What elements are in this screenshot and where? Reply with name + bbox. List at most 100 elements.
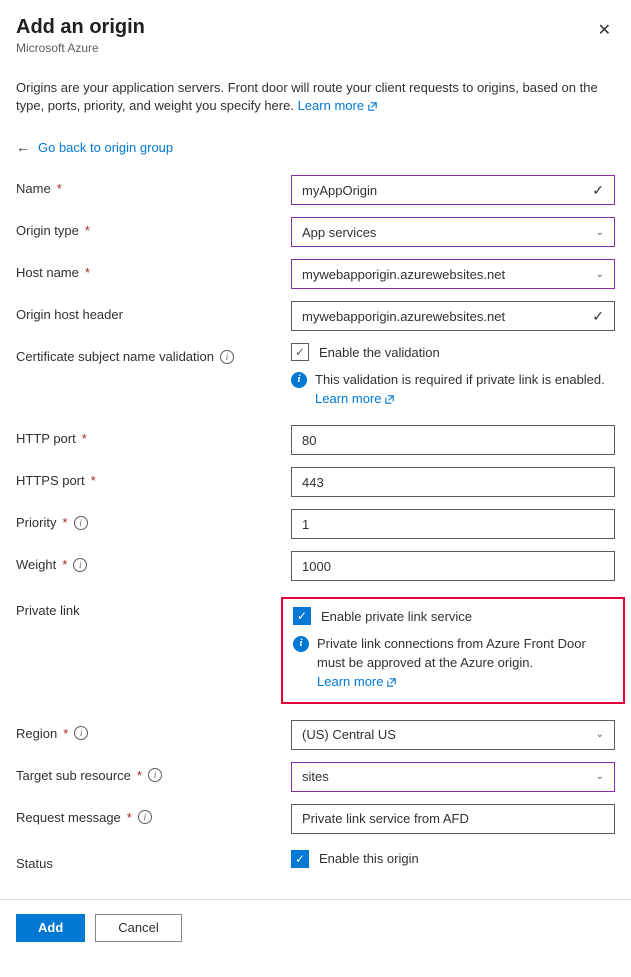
- cert-validation-label: Certificate subject name validation i: [16, 343, 291, 364]
- region-select[interactable]: (US) Central US ⌄: [291, 720, 615, 750]
- check-icon: ✓: [297, 609, 307, 623]
- weight-input[interactable]: [291, 551, 615, 581]
- private-link-learn-more-link[interactable]: Learn more: [317, 674, 397, 689]
- target-sub-resource-value: sites: [302, 769, 329, 784]
- status-checkbox-label: Enable this origin: [319, 851, 419, 866]
- request-message-label: Request message * i: [16, 804, 291, 825]
- page-title: Add an origin: [16, 16, 145, 39]
- status-checkbox[interactable]: ✓: [291, 850, 309, 868]
- external-link-icon: [367, 101, 378, 112]
- intro-learn-more-label: Learn more: [298, 98, 364, 113]
- name-label: Name *: [16, 175, 291, 196]
- name-input[interactable]: myAppOrigin ✓: [291, 175, 615, 205]
- request-message-label-text: Request message: [16, 810, 121, 825]
- region-label: Region * i: [16, 720, 291, 741]
- http-port-input[interactable]: [291, 425, 615, 455]
- required-asterisk: *: [82, 431, 87, 446]
- origin-type-value: App services: [302, 225, 376, 240]
- required-asterisk: *: [62, 557, 67, 572]
- cert-validation-label-text: Certificate subject name validation: [16, 349, 214, 364]
- private-link-checkbox[interactable]: ✓: [293, 607, 311, 625]
- http-port-label: HTTP port *: [16, 425, 291, 446]
- https-port-label: HTTPS port *: [16, 467, 291, 488]
- status-label: Status: [16, 850, 291, 871]
- region-label-text: Region: [16, 726, 57, 741]
- info-icon[interactable]: i: [73, 558, 87, 572]
- info-icon: i: [291, 372, 307, 388]
- https-port-input[interactable]: [291, 467, 615, 497]
- origin-host-header-input[interactable]: mywebapporigin.azurewebsites.net ✓: [291, 301, 615, 331]
- host-name-label-text: Host name: [16, 265, 79, 280]
- private-link-learn-more-label: Learn more: [317, 674, 383, 689]
- status-label-text: Status: [16, 856, 53, 871]
- region-value: (US) Central US: [302, 727, 396, 742]
- target-sub-resource-label: Target sub resource * i: [16, 762, 291, 783]
- cancel-button[interactable]: Cancel: [95, 914, 181, 942]
- private-link-checkbox-label: Enable private link service: [321, 609, 472, 624]
- cert-validation-learn-more-link[interactable]: Learn more: [315, 391, 395, 406]
- required-asterisk: *: [62, 515, 67, 530]
- weight-label: Weight * i: [16, 551, 291, 572]
- required-asterisk: *: [137, 768, 142, 783]
- check-icon: ✓: [592, 308, 604, 325]
- required-asterisk: *: [85, 223, 90, 238]
- origin-host-header-label-text: Origin host header: [16, 307, 123, 322]
- back-link-label: Go back to origin group: [38, 140, 173, 155]
- private-link-info-text: Private link connections from Azure Fron…: [317, 636, 586, 670]
- origin-type-label-text: Origin type: [16, 223, 79, 238]
- info-icon: i: [293, 636, 309, 652]
- private-link-label: Private link: [16, 597, 291, 618]
- weight-label-text: Weight: [16, 557, 56, 572]
- target-sub-resource-label-text: Target sub resource: [16, 768, 131, 783]
- chevron-down-icon: ⌄: [596, 729, 604, 740]
- name-input-value: myAppOrigin: [302, 183, 377, 198]
- info-icon[interactable]: i: [74, 516, 88, 530]
- origin-type-label: Origin type *: [16, 217, 291, 238]
- chevron-down-icon: ⌄: [596, 227, 604, 238]
- cert-validation-info-text: This validation is required if private l…: [315, 372, 605, 387]
- priority-label: Priority * i: [16, 509, 291, 530]
- back-arrow-icon: ←: [16, 139, 30, 155]
- origin-host-header-value: mywebapporigin.azurewebsites.net: [302, 309, 505, 324]
- host-name-value: mywebapporigin.azurewebsites.net: [302, 267, 505, 282]
- origin-host-header-label: Origin host header: [16, 301, 291, 322]
- check-icon: ✓: [295, 345, 305, 359]
- priority-input[interactable]: [291, 509, 615, 539]
- private-link-label-text: Private link: [16, 603, 80, 618]
- intro-text: Origins are your application servers. Fr…: [16, 79, 615, 115]
- private-link-info: Private link connections from Azure Fron…: [317, 635, 613, 692]
- https-port-label-text: HTTPS port: [16, 473, 85, 488]
- check-icon: ✓: [295, 852, 305, 866]
- required-asterisk: *: [63, 726, 68, 741]
- info-icon[interactable]: i: [138, 810, 152, 824]
- intro-learn-more-link[interactable]: Learn more: [298, 98, 378, 113]
- priority-label-text: Priority: [16, 515, 56, 530]
- required-asterisk: *: [91, 473, 96, 488]
- required-asterisk: *: [57, 181, 62, 196]
- cert-validation-checkbox-label: Enable the validation: [319, 345, 440, 360]
- info-icon[interactable]: i: [220, 350, 234, 364]
- required-asterisk: *: [127, 810, 132, 825]
- cert-learn-more-label: Learn more: [315, 391, 381, 406]
- check-icon: ✓: [592, 182, 604, 199]
- info-icon[interactable]: i: [74, 726, 88, 740]
- back-link[interactable]: ← Go back to origin group: [16, 139, 615, 155]
- origin-type-select[interactable]: App services ⌄: [291, 217, 615, 247]
- chevron-down-icon: ⌄: [596, 269, 604, 280]
- page-subtitle: Microsoft Azure: [16, 41, 145, 55]
- name-label-text: Name: [16, 181, 51, 196]
- private-link-highlight-box: ✓ Enable private link service i Private …: [281, 597, 625, 704]
- cert-validation-info: This validation is required if private l…: [315, 371, 615, 409]
- external-link-icon: [384, 394, 395, 405]
- close-button[interactable]: ✕: [594, 16, 615, 44]
- cert-validation-checkbox[interactable]: ✓: [291, 343, 309, 361]
- required-asterisk: *: [85, 265, 90, 280]
- request-message-input[interactable]: [291, 804, 615, 834]
- target-sub-resource-select[interactable]: sites ⌄: [291, 762, 615, 792]
- chevron-down-icon: ⌄: [596, 771, 604, 782]
- host-name-select[interactable]: mywebapporigin.azurewebsites.net ⌄: [291, 259, 615, 289]
- close-icon: ✕: [598, 22, 611, 39]
- info-icon[interactable]: i: [148, 768, 162, 782]
- external-link-icon: [386, 677, 397, 688]
- add-button[interactable]: Add: [16, 914, 85, 942]
